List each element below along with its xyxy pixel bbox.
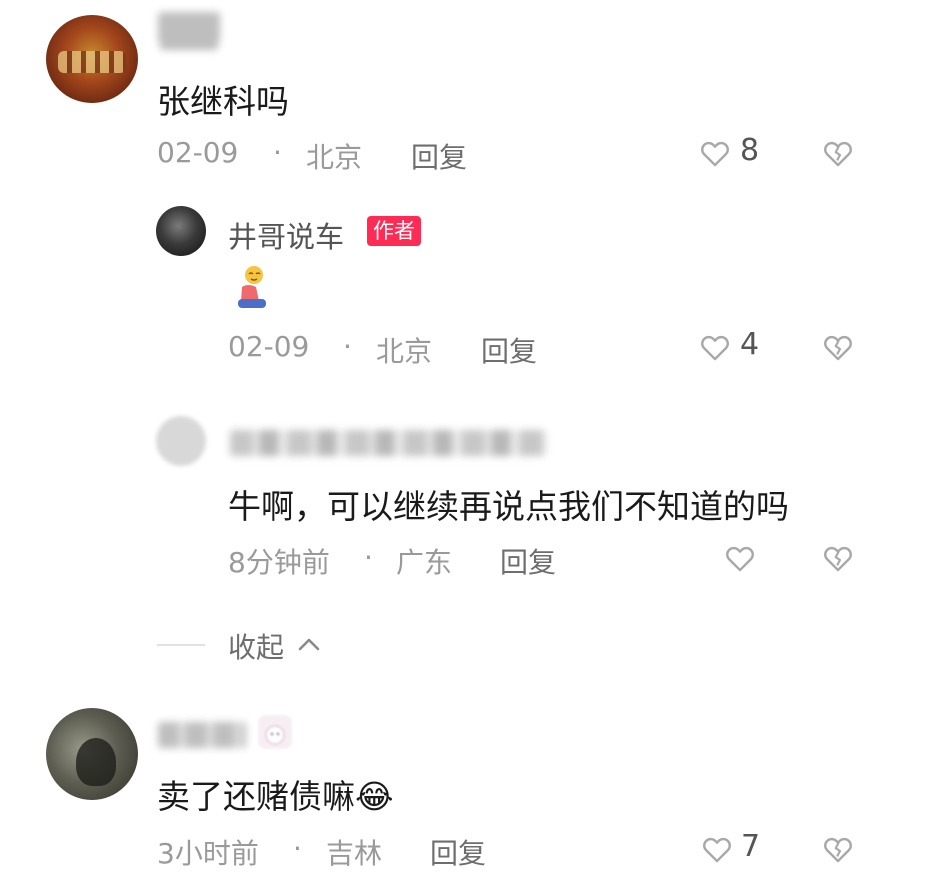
comment-date: 3小时前 [157,837,259,870]
reply-button[interactable]: 回复 [411,136,467,176]
username-blurred-part [160,40,218,50]
avatar[interactable] [46,15,138,103]
like-count: 4 [740,327,760,362]
separator-dot: · [293,832,302,865]
author-tag-badge: 作者 [367,216,421,246]
heart-outline-icon [701,335,729,361]
comment-text: 牛啊，可以继续再说点我们不知道的吗 [228,487,789,526]
reply-button[interactable]: 回复 [500,541,556,581]
avatar-blurred[interactable] [156,416,206,466]
comment-date: 02-09 [228,330,310,363]
kneeling-emoji [230,263,272,311]
avatar[interactable] [156,206,206,256]
reply-button[interactable]: 回复 [430,832,486,872]
username-blurred[interactable] [230,430,546,456]
like-button[interactable]: 4 [697,327,767,365]
like-count: 7 [741,829,761,864]
broken-heart-icon[interactable] [820,832,856,866]
username-blurred[interactable] [158,12,220,42]
avatar-figures [58,51,126,73]
chevron-up-icon [298,638,320,651]
user-badge-icon [258,715,292,749]
comment-text: 张继科吗 [157,82,289,121]
kneeling-person-icon [238,266,266,308]
comment-date: 02-09 [157,136,239,169]
avatar[interactable] [46,708,138,800]
avatar-photo [76,738,116,786]
comment-location: 北京 [306,141,363,174]
heart-outline-icon [703,837,731,863]
broken-heart-icon[interactable] [820,136,856,170]
separator-dot: · [364,541,373,574]
heart-outline-icon [701,141,729,167]
collapse-replies-button[interactable]: 收起 [228,626,338,666]
like-button[interactable]: 7 [699,829,769,867]
like-button[interactable]: 8 [697,133,767,171]
separator-dot: · [273,136,282,169]
broken-heart-icon[interactable] [820,330,856,364]
like-count: 8 [740,133,760,168]
comment-location: 北京 [376,335,433,368]
collapse-label: 收起 [228,631,285,664]
reply-button[interactable]: 回复 [481,330,537,370]
heart-outline-icon [726,546,754,572]
author-name[interactable]: 井哥说车 [228,214,344,256]
collapse-divider [157,644,205,646]
comment-date: 8分钟前 [228,546,330,579]
broken-heart-icon[interactable] [820,541,856,575]
comment-location: 吉林 [326,837,383,870]
comment-location: 广东 [396,546,453,579]
separator-dot: · [343,330,352,363]
like-button[interactable] [722,540,762,576]
username-blurred[interactable] [158,722,246,748]
comment-text: 卖了还赌债嘛😂 [157,777,394,816]
